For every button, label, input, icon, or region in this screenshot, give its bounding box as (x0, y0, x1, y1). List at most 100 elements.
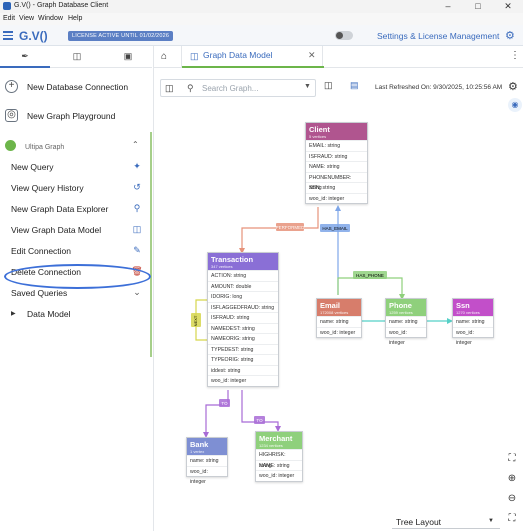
license-badge: LICENSE ACTIVE UNTIL 01/02/2026 (68, 31, 174, 41)
settings-link[interactable]: Settings & License Management (377, 31, 499, 41)
node-property: TYPEDEST: string (208, 343, 278, 355)
node-ssn[interactable]: Ssn 1270 vertices name: string woo_id: i… (452, 298, 494, 346)
menu-edit[interactable]: Edit (3, 15, 15, 22)
sidebar: ✒ ◫ ▣ + New Database Connection ◎ New Gr… (0, 46, 152, 531)
sidebar-item-new-graph-data-explorer[interactable]: New Graph Data Explorer ⚲ (0, 199, 152, 220)
node-property: woo_id: integer (386, 326, 426, 346)
tab-graph-data-model[interactable]: ◫ Graph Data Model ✕ (181, 46, 324, 68)
tab-label: Graph Data Model (203, 50, 273, 60)
refresh-schema-icon[interactable]: ◫ (324, 80, 336, 92)
node-merchant[interactable]: Merchant 1234 vertices HIGHRISK: string … (255, 431, 303, 482)
node-title: Bank (190, 440, 209, 449)
close-icon[interactable]: ✕ (493, 0, 523, 13)
graph-settings-gear-icon[interactable]: ⚙ (508, 80, 518, 93)
layout-select[interactable]: Tree Layout ▼ (392, 513, 500, 529)
dropdown-arrow-icon[interactable]: ▼ (304, 83, 311, 90)
fit-view-icon[interactable]: ⛶ (505, 452, 519, 466)
hamburger-menu-icon[interactable] (3, 31, 13, 40)
brand-logo: G.V() (19, 29, 48, 43)
edge-label-has-email: HAS_EMAIL (322, 226, 348, 231)
node-property: NAMEDEST: string (208, 322, 278, 334)
caret-right-icon: ▶ (11, 311, 16, 317)
node-property: TYPEORIG: string (208, 354, 278, 365)
node-property: woo_id: integer (256, 470, 302, 481)
close-tab-icon[interactable]: ✕ (308, 50, 316, 61)
node-transaction[interactable]: Transaction 347 vertices ACTION: string … (207, 252, 279, 387)
node-property: EMAIL: string (306, 140, 367, 151)
minimize-icon[interactable]: – (433, 0, 463, 13)
sidebar-item-view-graph-data-model[interactable]: View Graph Data Model ◫ (0, 220, 152, 241)
node-property: name: string (386, 316, 426, 327)
more-options-icon[interactable]: ⋮ (510, 50, 520, 61)
menu-help[interactable]: Help (68, 15, 82, 22)
node-count: 1234 vertices (259, 443, 283, 448)
active-tab-indicator (0, 66, 50, 68)
zoom-out-icon[interactable]: ⊖ (505, 492, 519, 506)
menu-bar: Edit View Window Help (0, 13, 523, 25)
search-input[interactable]: Search Graph... (202, 84, 258, 93)
node-count: 172008 vertices (320, 310, 349, 315)
node-property: PHONENUMBER: string (306, 171, 367, 191)
sidebar-item-label: View Graph Data Model (11, 225, 102, 235)
theme-toggle[interactable] (335, 31, 353, 40)
search-graph-field[interactable]: ◫ ⚲ Search Graph... ▼ (160, 79, 316, 97)
chevron-down-icon: ⌄ (133, 287, 141, 297)
app-logo-icon (3, 2, 11, 10)
new-graph-playground-button[interactable]: ◎ New Graph Playground (0, 103, 152, 129)
node-property: NAMEORIG: string (208, 333, 278, 344)
database-tab-icon[interactable]: ◫ (70, 51, 84, 63)
sidebar-item-label: Edit Connection (11, 246, 72, 256)
node-property: woo_id: integer (208, 375, 278, 386)
edge-has-phone[interactable] (337, 277, 403, 298)
sidebar-subitem-data-model[interactable]: ▶ Data Model (0, 304, 152, 325)
chevron-up-icon[interactable]: ⌃ (132, 140, 139, 149)
home-icon[interactable]: ⌂ (161, 51, 175, 63)
node-property: ISFLAGGEDFRAUD: string (208, 301, 278, 313)
plus-icon: + (5, 80, 18, 93)
edge-label-performed: PERFORMED (276, 225, 306, 230)
menu-window[interactable]: Window (38, 15, 63, 22)
maximize-icon[interactable]: □ (463, 0, 493, 13)
sidebar-item-edit-connection[interactable]: Edit Connection ✎ (0, 241, 152, 262)
menu-view[interactable]: View (19, 15, 34, 22)
tab-bar: ⌂ ◫ Graph Data Model ✕ ⋮ (154, 46, 523, 68)
connections-tab-icon[interactable]: ✒ (18, 51, 32, 63)
last-refreshed-text: Last Refreshed On: 9/30/2025, 10:25:56 A… (375, 84, 503, 91)
edge-label-to-bank: TO (221, 401, 228, 406)
saved-tab-icon[interactable]: ▣ (121, 51, 135, 63)
sidebar-item-new-query[interactable]: New Query ✦ (0, 157, 152, 178)
sidebar-item-label: New Query (11, 162, 54, 172)
node-phone[interactable]: Phone 1259 vertices name: string woo_id:… (385, 298, 427, 346)
edge-to-bank[interactable] (205, 390, 229, 436)
scrollbar[interactable] (150, 132, 152, 357)
node-count: 1 vertex (190, 449, 205, 454)
sidebar-item-label: New Graph Data Explorer (11, 204, 109, 214)
arrowhead-icon (335, 205, 341, 211)
node-header: Phone 1259 vertices (386, 299, 426, 316)
node-property: woo_id: integer (317, 326, 361, 338)
node-header: Client 5 vertices (306, 123, 367, 140)
new-database-connection-button[interactable]: + New Database Connection (0, 74, 152, 100)
connection-header[interactable]: Ultipa Graph ⌃ (0, 138, 152, 154)
magic-wand-icon: ✦ (133, 161, 141, 171)
node-property: NAME: string (256, 459, 302, 471)
node-header: Email 172008 vertices (317, 299, 361, 316)
node-header: Merchant 1234 vertices (256, 432, 302, 449)
database-icon: ◫ (132, 224, 142, 234)
node-property: woo_id: integer (453, 326, 493, 346)
table-view-icon[interactable]: ▤ (350, 80, 362, 92)
node-property: SSN: string (306, 182, 367, 193)
history-icon: ↺ (133, 182, 141, 192)
node-property: name: string (317, 316, 361, 327)
node-count: 1259 vertices (389, 310, 413, 315)
node-bank[interactable]: Bank 1 vertex name: string woo_id: integ… (186, 437, 228, 485)
graph-canvas[interactable]: PERFORMED HAS_EMAIL HAS_PHONE NEXT TO TO… (154, 110, 523, 510)
gear-icon[interactable]: ⚙ (505, 29, 515, 42)
node-client[interactable]: Client 5 vertices EMAIL: string ISFRAUD:… (305, 122, 368, 204)
node-property: ISFRAUD: string (306, 150, 367, 162)
fullscreen-icon[interactable]: ⛶ (505, 512, 519, 526)
zoom-in-icon[interactable]: ⊕ (505, 472, 519, 486)
sidebar-item-query-history[interactable]: View Query History ↺ (0, 178, 152, 199)
app-header: G.V() LICENSE ACTIVE UNTIL 01/02/2026 Se… (0, 25, 523, 46)
node-email[interactable]: Email 172008 vertices name: string woo_i… (316, 298, 362, 338)
